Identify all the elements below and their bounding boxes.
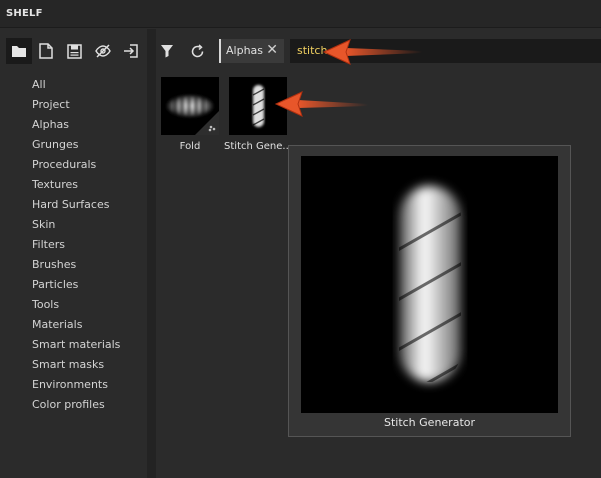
hide-button[interactable] [90, 38, 116, 64]
import-icon [124, 44, 138, 58]
category-panel: All Project Alphas Grunges Procedurals T… [0, 29, 147, 478]
reset-button[interactable] [185, 38, 209, 64]
category-particles[interactable]: Particles [32, 275, 120, 295]
category-environments[interactable]: Environments [32, 375, 120, 395]
preview-caption: Stitch Generator [383, 416, 476, 429]
filter-icon [161, 45, 173, 58]
refresh-icon [191, 43, 203, 57]
folder-icon [12, 46, 26, 57]
category-skin[interactable]: Skin [32, 215, 120, 235]
shelf-toolbar [0, 29, 147, 73]
category-grunges[interactable]: Grunges [32, 135, 120, 155]
preview-image [301, 156, 558, 413]
filter-tag-alphas[interactable]: Alphas ✕ [219, 39, 284, 63]
category-project[interactable]: Project [32, 95, 120, 115]
category-smart-masks[interactable]: Smart masks [32, 355, 120, 375]
category-textures[interactable]: Textures [32, 175, 120, 195]
category-materials[interactable]: Materials [32, 315, 120, 335]
category-brushes[interactable]: Brushes [32, 255, 120, 275]
category-hard-surfaces[interactable]: Hard Surfaces [32, 195, 120, 215]
annotation-arrow-icon [322, 39, 422, 65]
close-icon[interactable]: ✕ [266, 42, 278, 58]
filter-button[interactable] [155, 38, 179, 64]
annotation-arrow-icon [274, 91, 368, 117]
category-list: All Project Alphas Grunges Procedurals T… [32, 75, 120, 415]
save-icon [66, 43, 82, 59]
panel-divider [147, 29, 156, 478]
window-title: SHELF [6, 8, 43, 19]
category-tools[interactable]: Tools [32, 295, 120, 315]
title-bar: SHELF [0, 0, 601, 28]
filter-tag-label: Alphas [226, 44, 264, 57]
category-smart-materials[interactable]: Smart materials [32, 335, 120, 355]
new-document-icon [39, 43, 53, 59]
stitch-preview-image [399, 186, 461, 382]
new-document-button[interactable] [33, 38, 59, 64]
asset-preview-tooltip: Stitch Generator [288, 145, 571, 437]
asset-label-stitch-generator: Stitch Gene... [224, 141, 292, 152]
save-button[interactable] [61, 38, 87, 64]
asset-label-fold: Fold [179, 141, 201, 152]
category-all[interactable]: All [32, 75, 120, 95]
folder-button[interactable] [6, 38, 32, 64]
category-color-profiles[interactable]: Color profiles [32, 395, 120, 415]
category-procedurals[interactable]: Procedurals [32, 155, 120, 175]
asset-thumbnail-fold[interactable] [161, 77, 219, 135]
import-button[interactable] [118, 38, 144, 64]
category-alphas[interactable]: Alphas [32, 115, 120, 135]
hide-icon [95, 44, 111, 58]
category-filters[interactable]: Filters [32, 235, 120, 255]
fold-alpha-image [166, 95, 219, 135]
